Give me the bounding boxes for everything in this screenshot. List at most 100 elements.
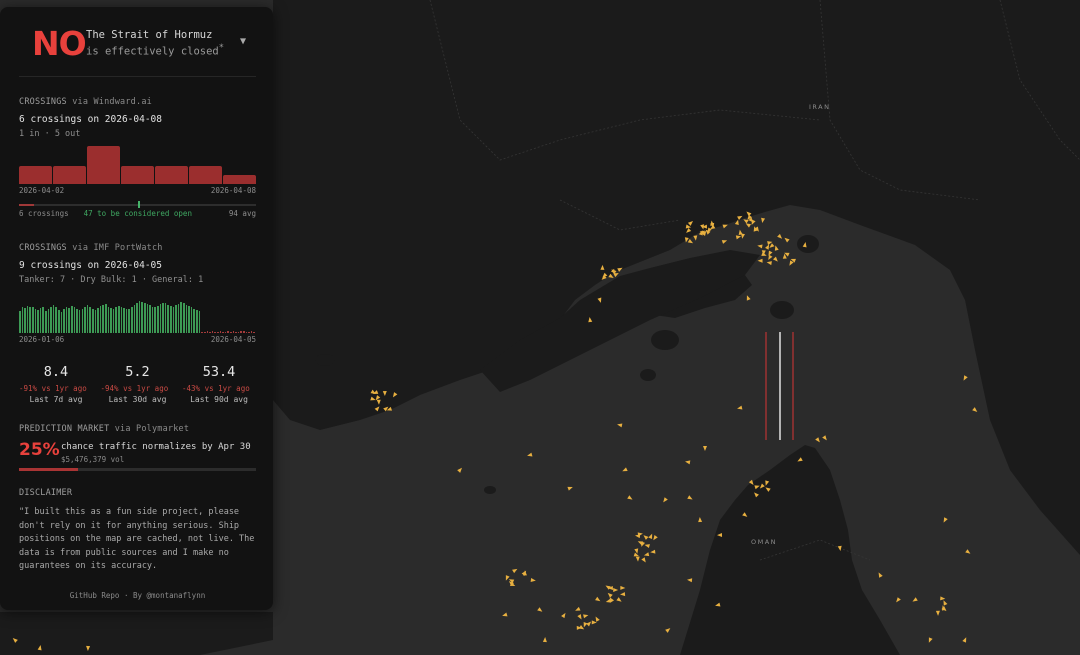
imf-bar <box>133 305 136 333</box>
imf-bar <box>63 309 65 333</box>
imf-bar <box>206 331 209 333</box>
windward-inout: 1 in · 5 out <box>19 129 81 139</box>
prediction-volume: $5,476,379 vol <box>61 455 125 464</box>
imf-bar <box>84 306 86 333</box>
imf-source-link[interactable]: via IMF PortWatch <box>72 243 162 253</box>
label-current: 6 crossings <box>19 209 69 218</box>
panel-header[interactable]: NO The Strait of Hormuz is effectively c… <box>19 7 256 77</box>
prediction-progress-track <box>19 468 256 471</box>
island <box>770 301 794 319</box>
place-label-iran: IRAN <box>809 103 830 111</box>
imf-bar <box>58 309 60 333</box>
imf-bar <box>162 302 164 333</box>
island <box>640 369 656 381</box>
imf-bar <box>190 307 193 333</box>
imf-bar <box>198 311 201 333</box>
github-repo-link[interactable]: GitHub Repo <box>70 591 120 600</box>
windward-bar <box>189 166 222 184</box>
imf-bar <box>237 331 240 333</box>
windward-bar <box>155 166 188 184</box>
imf-bar <box>97 307 99 333</box>
windward-axis-end: 2026-04-08 <box>210 186 256 195</box>
imf-bar <box>123 307 125 333</box>
imf-bar <box>188 305 190 333</box>
windward-source-link[interactable]: via Windward.ai <box>72 97 152 107</box>
windward-axis-start: 2026-04-02 <box>19 186 65 195</box>
imf-bar <box>104 303 107 333</box>
imf-bar <box>86 304 89 333</box>
imf-bar <box>37 309 39 333</box>
author-link[interactable]: By @montanaflynn <box>133 591 205 600</box>
imf-bar <box>149 305 151 333</box>
imf-bar <box>253 331 255 333</box>
stat-7d: 8.4 -91% vs 1yr ago Last 7d avg <box>19 364 93 404</box>
imf-bar <box>29 307 31 333</box>
imf-bar <box>71 305 73 333</box>
imf-bar <box>107 306 110 333</box>
imf-bar-chart <box>19 300 256 333</box>
imf-bar <box>224 332 227 333</box>
imf-bar <box>47 308 50 333</box>
imf-bar <box>214 331 216 333</box>
imf-bar <box>227 331 229 333</box>
windward-bar <box>121 166 154 184</box>
imf-bar <box>34 309 37 333</box>
windward-section: CROSSINGS via Windward.ai 6 crossings on… <box>19 97 256 218</box>
imf-bar <box>180 301 183 333</box>
windward-headline: 6 crossings on 2026-04-08 <box>19 114 162 125</box>
imf-bar <box>185 304 188 333</box>
imf-bar <box>219 331 222 333</box>
imf-bar <box>42 306 45 333</box>
imf-axis: 2026-01-06 2026-04-05 <box>19 335 256 344</box>
windward-progress-fill <box>19 204 35 206</box>
place-label-oman: OMAN <box>751 538 777 546</box>
imf-bar <box>102 305 104 333</box>
imf-bar <box>117 305 120 333</box>
imf-bar <box>52 305 55 333</box>
panel-footer: GitHub Repo · By @montanaflynn <box>19 591 256 600</box>
imf-bar <box>91 308 94 333</box>
imf-title: CROSSINGS via IMF PortWatch <box>19 243 163 253</box>
status-verdict: NO <box>32 24 87 63</box>
stat-change: -43% vs 1yr ago <box>182 384 250 393</box>
imf-bar <box>183 303 185 333</box>
prediction-title: PREDICTION MARKET via Polymarket <box>19 424 190 434</box>
imf-bar <box>235 332 237 333</box>
stat-label: Last 30d avg <box>108 395 167 404</box>
imf-bar <box>125 309 128 333</box>
imf-bar <box>172 306 175 333</box>
imf-bar <box>159 303 162 333</box>
imf-bar <box>60 311 63 333</box>
island <box>484 486 496 494</box>
island <box>797 235 819 253</box>
imf-bar <box>32 306 34 333</box>
disclaimer-title: DISCLAIMER <box>19 488 73 498</box>
status-headline: The Strait of Hormuz is effectively clos… <box>86 29 224 59</box>
imf-bar <box>45 311 47 333</box>
imf-bar <box>39 307 42 333</box>
imf-bar <box>50 306 52 333</box>
imf-breakdown: Tanker: 7 · Dry Bulk: 1 · General: 1 <box>19 275 204 285</box>
imf-bar <box>242 331 245 333</box>
headline-mark: * <box>218 43 225 53</box>
imf-bar <box>115 307 117 333</box>
imf-bar <box>81 309 84 333</box>
disclaimer-text: "I built this as a fun side project, ple… <box>19 507 255 571</box>
imf-bar <box>24 307 26 333</box>
imf-headline: 9 crossings on 2026-04-05 <box>19 260 162 271</box>
imf-bar <box>19 310 21 333</box>
imf-bar <box>248 332 250 333</box>
prediction-percent: 25% <box>19 440 60 460</box>
windward-bar <box>223 174 256 184</box>
prediction-description: chance traffic normalizes by Apr 30 <box>61 442 251 452</box>
stat-value: 53.4 <box>202 364 236 380</box>
windward-bar-chart <box>19 146 256 184</box>
imf-bar <box>136 303 138 333</box>
chevron-down-icon[interactable]: ▼ <box>240 36 246 47</box>
imf-axis-start: 2026-01-06 <box>19 335 65 344</box>
imf-bar <box>211 331 214 333</box>
imf-bar <box>164 303 167 333</box>
prediction-source-link[interactable]: via Polymarket <box>115 424 189 434</box>
stat-30d: 5.2 -94% vs 1yr ago Last 30d avg <box>101 364 175 404</box>
imf-bar <box>157 305 159 333</box>
